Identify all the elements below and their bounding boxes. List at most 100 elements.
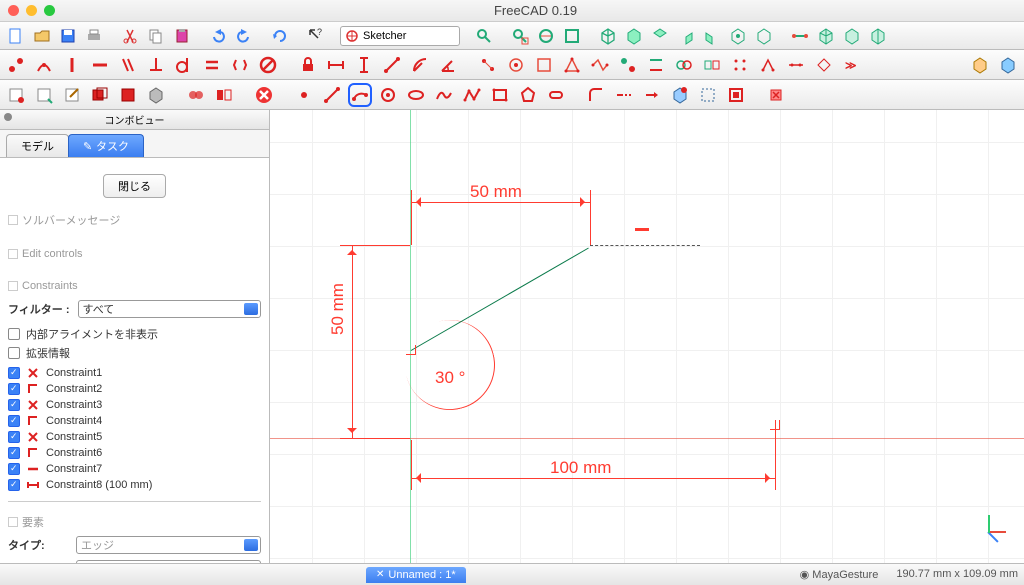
sk-arc-icon[interactable] <box>348 83 372 107</box>
measure-dist-button[interactable] <box>788 25 812 47</box>
body-icon[interactable] <box>996 53 1020 77</box>
sk-construct-icon[interactable] <box>724 83 748 107</box>
cut-button[interactable] <box>118 25 142 47</box>
sk-trim-icon[interactable] <box>612 83 636 107</box>
perpendicular-icon[interactable] <box>144 53 168 77</box>
dim-h-icon[interactable] <box>324 53 348 77</box>
dim-rad-icon[interactable] <box>408 53 432 77</box>
geom14-icon[interactable]: ≫ <box>840 53 864 77</box>
constraints-section[interactable]: Constraints <box>8 280 261 292</box>
sk-edit-icon[interactable] <box>60 83 84 107</box>
sk-rect-icon[interactable] <box>488 83 512 107</box>
undo-button[interactable] <box>206 25 230 47</box>
top-view-button[interactable] <box>648 25 672 47</box>
iso-cube2-button[interactable] <box>840 25 864 47</box>
sk-line-icon[interactable] <box>320 83 344 107</box>
sk-external-icon[interactable] <box>668 83 692 107</box>
extended-check[interactable] <box>8 347 20 359</box>
rear-view-button[interactable] <box>700 25 724 47</box>
whats-this-button[interactable]: ? <box>304 25 328 47</box>
paste-button[interactable] <box>170 25 194 47</box>
angle-label[interactable]: 30 ° <box>435 368 465 388</box>
hide-internal-check[interactable] <box>8 328 20 340</box>
list-item[interactable]: Constraint5 <box>8 429 261 445</box>
filter-select[interactable]: すべて <box>78 300 262 318</box>
sketch-canvas[interactable]: 50 mm 50 mm 100 mm 30 ° <box>270 110 1024 563</box>
zoom-sel-button[interactable] <box>508 25 532 47</box>
tangent-icon[interactable] <box>172 53 196 77</box>
vertical-icon[interactable] <box>60 53 84 77</box>
workbench-selector[interactable]: Sketcher <box>340 26 460 46</box>
close-window-button[interactable] <box>8 5 19 16</box>
sk-new-icon[interactable] <box>4 83 28 107</box>
geom2-icon[interactable] <box>504 53 528 77</box>
print-button[interactable] <box>82 25 106 47</box>
list-item[interactable]: Constraint3 <box>8 397 261 413</box>
nav-style[interactable]: ◉ MayaGesture <box>800 568 879 581</box>
coincident-icon[interactable] <box>4 53 28 77</box>
new-file-button[interactable] <box>4 25 28 47</box>
parallel-icon[interactable] <box>116 53 140 77</box>
equal-icon[interactable] <box>200 53 224 77</box>
iso-cube-button[interactable] <box>814 25 838 47</box>
sk-stop-icon[interactable] <box>252 83 276 107</box>
close-button[interactable]: 閉じる <box>103 174 166 198</box>
geom13-icon[interactable] <box>812 53 836 77</box>
left-view-button[interactable] <box>752 25 776 47</box>
close-icon[interactable]: ✕ <box>376 569 384 580</box>
geom6-icon[interactable] <box>616 53 640 77</box>
edit-controls-section[interactable]: Edit controls <box>8 248 261 260</box>
min-window-button[interactable] <box>26 5 37 16</box>
geom9-icon[interactable] <box>700 53 724 77</box>
document-tab[interactable]: ✕Unnamed : 1* <box>366 567 466 583</box>
open-file-button[interactable] <box>30 25 54 47</box>
sk-map-icon[interactable] <box>88 83 112 107</box>
tab-task[interactable]: ✎タスク <box>68 134 144 157</box>
save-file-button[interactable] <box>56 25 80 47</box>
tab-model[interactable]: モデル <box>6 134 69 157</box>
dim-h-bottom-label[interactable]: 100 mm <box>550 458 611 478</box>
iso-cube3-button[interactable] <box>866 25 890 47</box>
bbox-button[interactable] <box>560 25 584 47</box>
type-select[interactable]: エッジ <box>76 536 261 554</box>
sk-merge-icon[interactable] <box>184 83 208 107</box>
list-item[interactable]: Constraint6 <box>8 445 261 461</box>
geom11-icon[interactable] <box>756 53 780 77</box>
sk-del-icon[interactable] <box>764 83 788 107</box>
sk-point-icon[interactable] <box>292 83 316 107</box>
sk-leave-icon[interactable] <box>32 83 56 107</box>
geom12-icon[interactable] <box>784 53 808 77</box>
sk-mirror-icon[interactable] <box>212 83 236 107</box>
sk-polyline-icon[interactable] <box>460 83 484 107</box>
dim-v-left-label[interactable]: 50 mm <box>328 283 348 335</box>
geom5-icon[interactable] <box>588 53 612 77</box>
sk-reorient-icon[interactable] <box>116 83 140 107</box>
solver-section[interactable]: ソルバーメッセージ <box>8 212 261 228</box>
sk-bspline-icon[interactable] <box>432 83 456 107</box>
draw-style-button[interactable] <box>534 25 558 47</box>
symmetric-icon[interactable] <box>228 53 252 77</box>
horizontal-icon[interactable] <box>88 53 112 77</box>
list-item[interactable]: Constraint7 <box>8 461 261 477</box>
geom7-icon[interactable] <box>644 53 668 77</box>
sk-carbon-icon[interactable] <box>696 83 720 107</box>
zoom-fit-button[interactable] <box>472 25 496 47</box>
block-icon[interactable] <box>256 53 280 77</box>
list-item[interactable]: Constraint2 <box>8 381 261 397</box>
geom4-icon[interactable] <box>560 53 584 77</box>
redo-button[interactable] <box>232 25 256 47</box>
dim-len-icon[interactable] <box>380 53 404 77</box>
geom10-icon[interactable] <box>728 53 752 77</box>
dim-v-icon[interactable] <box>352 53 376 77</box>
part-icon[interactable] <box>968 53 992 77</box>
sk-ellipse-icon[interactable] <box>404 83 428 107</box>
max-window-button[interactable] <box>44 5 55 16</box>
geom8-icon[interactable] <box>672 53 696 77</box>
sk-extend-icon[interactable] <box>640 83 664 107</box>
iso-view-button[interactable] <box>596 25 620 47</box>
dim-ang-icon[interactable] <box>436 53 460 77</box>
copy-button[interactable] <box>144 25 168 47</box>
geom1-icon[interactable] <box>476 53 500 77</box>
bottom-view-button[interactable] <box>726 25 750 47</box>
refresh-button[interactable] <box>268 25 292 47</box>
